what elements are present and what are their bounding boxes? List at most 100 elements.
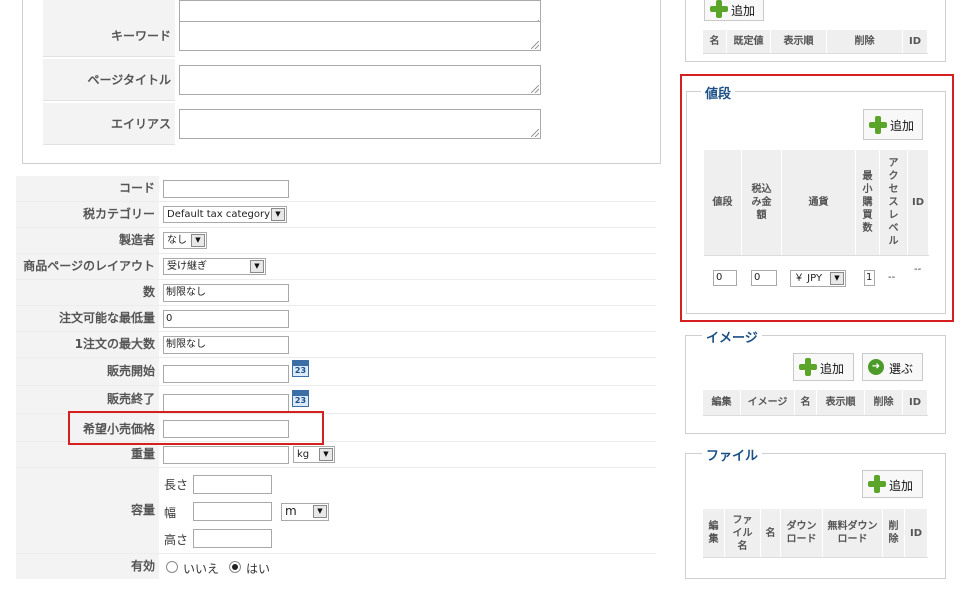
row-quantity: 数 制限なし <box>16 280 656 306</box>
col-download: ダウンロード <box>781 509 823 557</box>
col-file-title: 名 <box>761 509 781 557</box>
sale-end-label: 販売終了 <box>16 386 159 413</box>
page-title-label: ページタイトル <box>43 59 175 101</box>
tax-select[interactable]: Default tax category ▼ <box>163 206 287 223</box>
col-order: 表示順 <box>771 30 827 53</box>
image-select-button[interactable]: ➜ 選ぶ <box>862 353 923 381</box>
price-highlight <box>680 74 954 322</box>
sale-start-input[interactable] <box>163 365 289 383</box>
layout-select-value: 受け継ぎ <box>167 261 207 272</box>
page-title-textarea[interactable] <box>179 65 541 95</box>
meta-row-alias: エイリアス <box>43 103 548 145</box>
code-input[interactable] <box>163 180 289 198</box>
height-label: 高さ <box>164 533 189 547</box>
image-add-button[interactable]: 追加 <box>793 353 854 381</box>
add-icon <box>868 475 886 493</box>
weight-label: 重量 <box>16 442 159 467</box>
height-input[interactable] <box>193 529 272 548</box>
volume-label: 容量 <box>16 468 159 553</box>
meta-panel: キーワード ページタイトル エイリアス <box>22 0 661 164</box>
min-order-input[interactable]: 0 <box>163 310 289 328</box>
file-panel: ファイル 追加 編集 ファイル名 名 ダウンロード 無料ダウンロード 削除 ID <box>685 445 946 579</box>
image-legend: イメージ <box>702 327 762 346</box>
length-input[interactable] <box>193 475 272 494</box>
width-input[interactable] <box>193 502 272 521</box>
row-sale-start: 販売開始 23 <box>16 358 656 386</box>
row-sale-end: 販売終了 23 <box>16 386 656 414</box>
tax-label: 税カテゴリー <box>16 202 159 227</box>
quantity-label: 数 <box>16 280 159 305</box>
chevron-down-icon[interactable]: ▼ <box>250 260 264 273</box>
file-add-button[interactable]: 追加 <box>862 470 923 498</box>
attributes-table-header: 名 既定値 表示順 削除 ID <box>703 30 928 54</box>
code-label: コード <box>16 176 159 201</box>
col-file-id: ID <box>905 509 928 557</box>
tax-select-value: Default tax category <box>167 209 271 220</box>
col-default: 既定値 <box>727 30 771 53</box>
alias-label: エイリアス <box>43 103 175 145</box>
file-table-header: 編集 ファイル名 名 ダウンロード 無料ダウンロード 削除 ID <box>703 509 928 558</box>
length-label: 長さ <box>164 478 189 492</box>
manufacturer-select[interactable]: なし ▼ <box>163 232 207 249</box>
resize-grip-icon[interactable] <box>531 41 539 49</box>
col-image-delete: 削除 <box>865 390 903 415</box>
file-legend: ファイル <box>702 445 763 464</box>
width-label: 幅 <box>164 506 177 520</box>
col-image-order: 表示順 <box>817 390 865 415</box>
keyword-textarea[interactable] <box>179 21 541 51</box>
max-order-input[interactable]: 制限なし <box>163 336 289 354</box>
col-free-download: 無料ダウンロード <box>823 509 883 557</box>
enabled-no-radio[interactable] <box>166 561 178 573</box>
row-layout: 商品ページのレイアウト 受け継ぎ ▼ <box>16 254 656 280</box>
volume-unit-value: m <box>285 504 297 518</box>
col-id: ID <box>903 30 928 53</box>
max-order-label: 1注文の最大数 <box>16 332 159 357</box>
meta-row-keyword: キーワード <box>43 15 548 57</box>
attribute-add-button[interactable]: 追加 <box>704 0 764 21</box>
meta-row-page-title: ページタイトル <box>43 59 548 101</box>
add-icon <box>799 358 817 376</box>
weight-unit-select[interactable]: kg ▼ <box>293 446 335 463</box>
enabled-yes-label: はい <box>246 562 271 576</box>
col-image: イメージ <box>741 390 795 415</box>
arrow-right-icon: ➜ <box>868 359 884 375</box>
alias-textarea[interactable] <box>179 109 541 139</box>
layout-select[interactable]: 受け継ぎ ▼ <box>163 258 266 275</box>
enabled-no-label: いいえ <box>183 562 220 576</box>
image-panel: イメージ 追加 ➜ 選ぶ 編集 イメージ 名 表示順 削除 ID <box>685 327 946 434</box>
sale-end-input[interactable] <box>163 394 289 412</box>
weight-unit-value: kg <box>297 449 310 460</box>
image-table-header: 編集 イメージ 名 表示順 削除 ID <box>703 390 928 416</box>
weight-input[interactable] <box>163 446 289 464</box>
col-file-edit: 編集 <box>703 509 725 557</box>
row-code: コード <box>16 176 656 202</box>
attributes-panel: 追加 名 既定値 表示順 削除 ID <box>685 0 946 62</box>
resize-grip-icon[interactable] <box>531 85 539 93</box>
row-min-order: 注文可能な最低量 0 <box>16 306 656 332</box>
chevron-down-icon[interactable]: ▼ <box>319 448 333 461</box>
keyword-label: キーワード <box>43 15 175 57</box>
row-enabled: 有効 いいえ はい <box>16 554 656 580</box>
col-image-id: ID <box>903 390 928 415</box>
calendar-icon[interactable]: 23 <box>292 390 309 407</box>
col-image-name: 名 <box>795 390 817 415</box>
chevron-down-icon[interactable]: ▼ <box>191 234 205 247</box>
min-order-label: 注文可能な最低量 <box>16 306 159 331</box>
msrp-highlight <box>68 411 324 445</box>
chevron-down-icon[interactable]: ▼ <box>313 505 327 518</box>
volume-unit-select[interactable]: m ▼ <box>281 503 329 521</box>
calendar-icon[interactable]: 23 <box>292 360 309 377</box>
col-edit: 編集 <box>703 390 741 415</box>
col-delete: 削除 <box>827 30 903 53</box>
row-volume: 容量 長さ 幅 m ▼ 高さ <box>16 468 656 554</box>
chevron-down-icon[interactable]: ▼ <box>271 208 285 221</box>
manufacturer-label: 製造者 <box>16 228 159 253</box>
row-tax: 税カテゴリー Default tax category ▼ <box>16 202 656 228</box>
enabled-yes-radio[interactable] <box>229 561 241 573</box>
quantity-input[interactable]: 制限なし <box>163 284 289 302</box>
resize-grip-icon[interactable] <box>531 129 539 137</box>
sale-start-label: 販売開始 <box>16 358 159 385</box>
manufacturer-select-value: なし <box>167 235 187 246</box>
row-max-order: 1注文の最大数 制限なし <box>16 332 656 358</box>
row-weight: 重量 kg ▼ <box>16 442 656 468</box>
